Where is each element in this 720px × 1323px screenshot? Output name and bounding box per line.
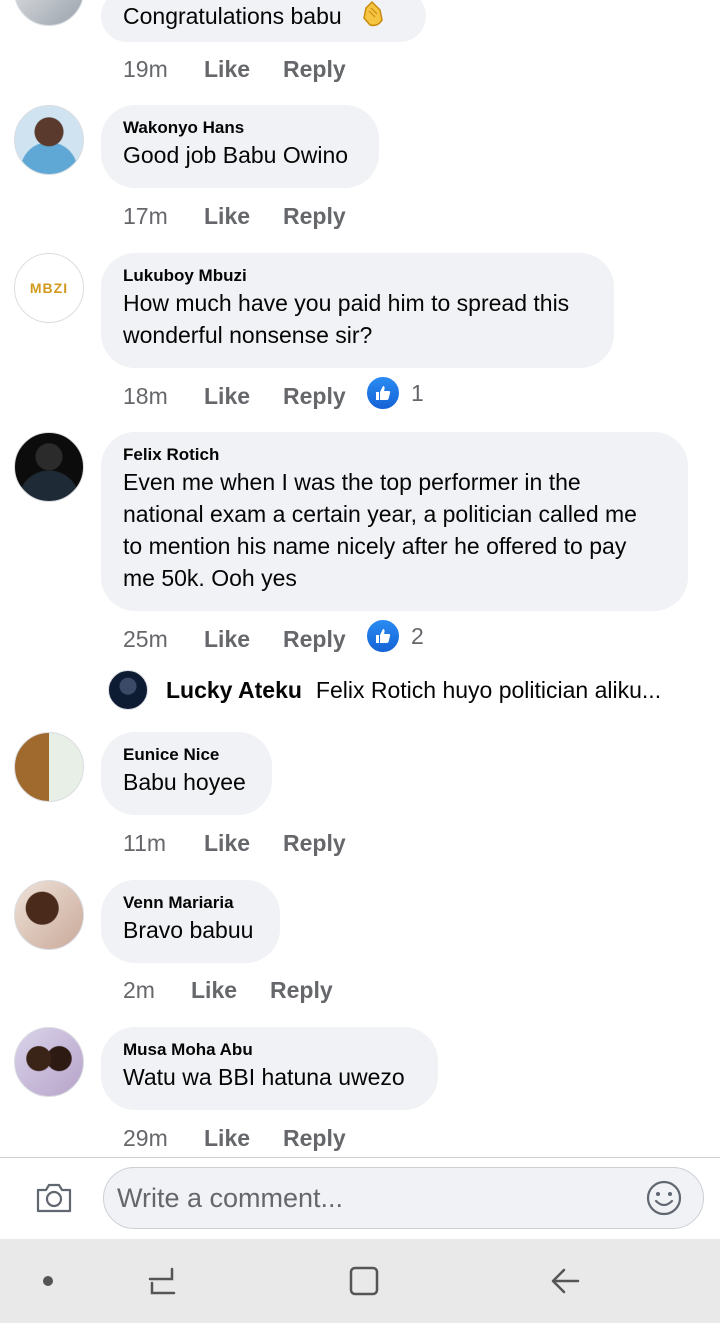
like-link[interactable]: Like [204, 624, 283, 654]
like-link[interactable]: Like [204, 381, 283, 411]
comment-time: 29m [123, 1125, 168, 1151]
like-link[interactable]: Like [204, 828, 283, 858]
reaction-summary[interactable]: 2 [365, 618, 424, 654]
emoji-icon[interactable] [645, 1179, 683, 1217]
reply-link[interactable]: Reply [283, 828, 365, 858]
reply-link[interactable]: Reply [283, 381, 365, 411]
comment-author[interactable]: Musa Moha Abu [123, 1039, 416, 1061]
like-link[interactable]: Like [204, 201, 283, 231]
comment-bubble[interactable]: Felix Rotich Even me when I was the top … [101, 432, 688, 611]
avatar[interactable] [14, 432, 84, 502]
like-link[interactable]: Like [204, 54, 283, 84]
back-icon[interactable] [546, 1261, 586, 1301]
reply-link[interactable]: Reply [270, 975, 352, 1005]
comment-time: 19m [123, 56, 168, 82]
avatar[interactable]: MBZI [14, 253, 84, 323]
comment-bubble[interactable]: Wakonyo Hans Good job Babu Owino [101, 105, 379, 188]
comment-actions: 11m Like Reply [123, 828, 365, 858]
home-icon[interactable] [344, 1261, 384, 1301]
avatar[interactable] [14, 105, 84, 175]
reaction-count: 2 [411, 623, 424, 649]
reaction-count: 1 [411, 380, 424, 406]
reply-link[interactable]: Reply [283, 624, 365, 654]
avatar-logo: MBZI [29, 280, 69, 296]
comment-text: Babu hoyee [123, 769, 246, 795]
thumbs-up-icon [365, 375, 401, 411]
thumbs-up-icon [365, 618, 401, 654]
comment-actions: 19m Like Reply [123, 54, 365, 84]
comment-input-placeholder: Write a comment... [117, 1183, 344, 1213]
nav-dot-icon[interactable] [28, 1261, 68, 1301]
comment-bubble[interactable]: Eunice Nice Babu hoyee [101, 732, 272, 815]
comment-text-line: national exam a certain year, a politici… [123, 501, 637, 527]
comment-text: Congratulations babu [123, 3, 342, 29]
avatar[interactable] [14, 0, 84, 26]
comment-time: 18m [123, 383, 168, 409]
clap-emoji-icon [360, 0, 386, 33]
comment-author[interactable]: Wakonyo Hans [123, 117, 357, 139]
avatar[interactable] [14, 880, 84, 950]
comment-bubble[interactable]: Venn Mariaria Bravo babuu [101, 880, 280, 963]
comment-author[interactable]: Lukuboy Mbuzi [123, 265, 592, 287]
reply-link[interactable]: Reply [283, 1123, 365, 1153]
reaction-summary[interactable]: 1 [365, 375, 424, 411]
reply-link[interactable]: Reply [283, 54, 365, 84]
comment-text: Watu wa BBI hatuna uwezo [123, 1064, 405, 1090]
comment-bubble[interactable]: Congratulations babu [101, 0, 426, 42]
comment-actions: 25m Like Reply 2 [123, 618, 424, 654]
reply-link[interactable]: Reply [283, 201, 365, 231]
comment-text: Bravo babuu [123, 917, 254, 943]
comment-actions: 29m Like Reply [123, 1123, 365, 1153]
like-link[interactable]: Like [204, 1123, 283, 1153]
comment-actions: 17m Like Reply [123, 201, 365, 231]
camera-icon[interactable] [34, 1178, 74, 1218]
comment-text-line: How much have you paid him to spread thi… [123, 290, 570, 316]
reply-preview[interactable]: Lucky Ateku Felix Rotich huyo politician… [108, 670, 708, 710]
comment-composer: Write a comment... [0, 1157, 720, 1240]
comment-author[interactable]: Venn Mariaria [123, 892, 258, 914]
comment-author[interactable]: Felix Rotich [123, 444, 666, 466]
comment-time: 25m [123, 626, 168, 652]
comment-text-line: Even me when I was the top performer in … [123, 469, 581, 495]
comment-bubble[interactable]: Musa Moha Abu Watu wa BBI hatuna uwezo [101, 1027, 438, 1110]
comment-time: 11m [123, 830, 167, 856]
recents-icon[interactable] [142, 1261, 182, 1301]
comment-actions: 2m Like Reply [123, 975, 352, 1005]
comment-author[interactable]: Eunice Nice [123, 744, 250, 766]
comment-text: Good job Babu Owino [123, 142, 349, 168]
comment-actions: 18m Like Reply 1 [123, 375, 424, 411]
comment-input[interactable]: Write a comment... [103, 1167, 704, 1229]
comment-text-line: wonderful nonsense sir? [123, 322, 373, 348]
comment-time: 2m [123, 977, 155, 1003]
comment-text-line: to mention his name nicely after he offe… [123, 533, 627, 559]
system-nav-bar [0, 1239, 720, 1323]
avatar[interactable] [14, 1027, 84, 1097]
comment-text-line: me 50k. Ooh yes [123, 565, 297, 591]
reply-author[interactable]: Lucky Ateku [166, 677, 302, 704]
comment-bubble[interactable]: Lukuboy Mbuzi How much have you paid him… [101, 253, 614, 368]
comment-time: 17m [123, 203, 168, 229]
reply-text: Felix Rotich huyo politician aliku... [315, 676, 662, 703]
avatar[interactable] [14, 732, 84, 802]
avatar [108, 670, 148, 710]
like-link[interactable]: Like [191, 975, 270, 1005]
